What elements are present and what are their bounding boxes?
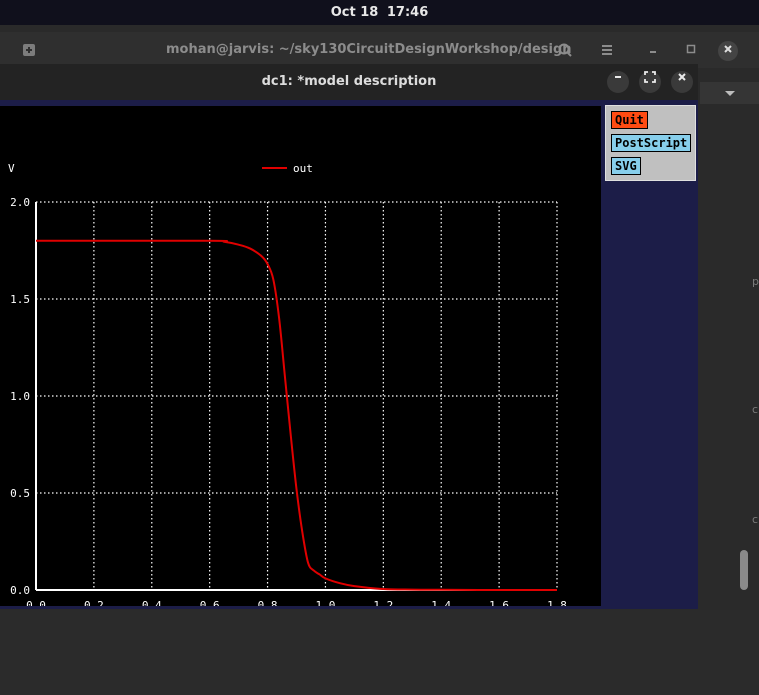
terminal-title: mohan@jarvis: ~/sky130CircuitDesignWorks… [166,42,572,57]
svg-button[interactable]: SVG [611,157,641,175]
postscript-button[interactable]: PostScript [611,134,692,152]
y-axis-label: V [8,162,15,175]
x-tick-label: 1.0 [316,599,336,606]
dc-transfer-chart: 0.0 0.2 0.4 0.6 0.8 1.0 1.2 1.4 1.6 1.8 0.0 0.5 1.0 1… [8,162,567,606]
y-tick-label: 2.0 [10,196,30,209]
search-icon[interactable] [558,43,572,57]
plot-window-titlebar[interactable]: dc1: *model description [0,64,698,100]
plot-window: dc1: *model description 0.0 0.2 0.4 0.6 0.8 1… [0,64,698,609]
terminal-header: mohan@jarvis: ~/sky130CircuitDesignWorks… [0,32,759,68]
x-tick-label: 0.0 [26,599,46,606]
x-tick-label: 0.8 [258,599,278,606]
y-tick-label: 0.0 [10,584,30,597]
x-tick-label: 0.6 [200,599,220,606]
terminal-scrollbar[interactable] [740,550,748,590]
close-icon [678,73,686,81]
minimize-button[interactable] [607,71,629,93]
button-panel: Quit PostScript SVG [605,105,696,181]
x-tick-label: 1.4 [431,599,451,606]
legend-label-out: out [293,162,313,175]
maximize-icon [686,44,696,54]
plot-area[interactable]: 0.0 0.2 0.4 0.6 0.8 1.0 1.2 1.4 1.6 1.8 0.0 0.5 1.0 1… [0,106,601,606]
new-tab-icon[interactable] [22,43,36,57]
series-line-out [35,239,558,592]
terminal-minimize-button[interactable] [643,41,663,61]
chevron-down-icon [725,91,735,96]
x-tick-label: 1.2 [373,599,393,606]
x-tick-label: 1.8 [547,599,567,606]
quit-button[interactable]: Quit [611,111,648,129]
y-tick-label: 0.5 [10,487,30,500]
close-icon [724,45,732,53]
terminal-edge-char: c [752,403,759,416]
y-tick-label: 1.0 [10,390,30,403]
maximize-button[interactable] [639,71,661,93]
time-label[interactable]: 17:46 [387,5,428,20]
x-tick-label: 0.2 [84,599,104,606]
terminal-close-button[interactable] [718,41,738,61]
minimize-icon [650,51,656,53]
x-tick-label: 0.4 [142,599,162,606]
terminal-edge-char: p [752,275,759,288]
tab-dropdown[interactable] [700,82,759,104]
x-tick-label: 1.6 [489,599,509,606]
terminal-edge-char: c [752,513,759,526]
close-button[interactable] [671,71,693,93]
y-tick-label: 1.5 [10,293,30,306]
desktop-area [0,610,759,695]
minimize-icon [615,76,621,78]
top-bar: Oct 18 17:46 [0,0,759,25]
menu-icon[interactable] [600,43,614,57]
maximize-icon [644,71,656,83]
date-label[interactable]: Oct 18 [331,5,379,20]
plot-window-title: dc1: *model description [261,74,437,89]
terminal-maximize-button[interactable] [681,41,701,61]
